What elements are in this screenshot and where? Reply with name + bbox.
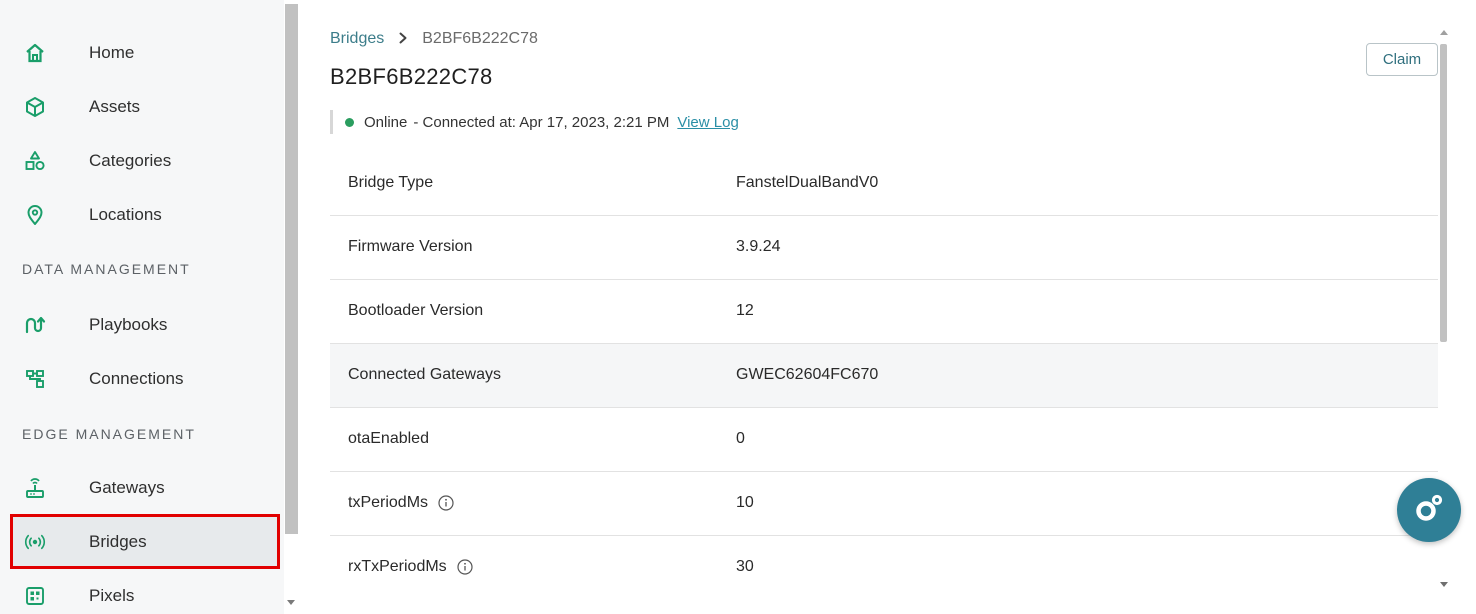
connections-icon [24,368,46,390]
sidebar-item-assets[interactable]: Assets [10,81,280,133]
sidebar-item-pixels[interactable]: Pixels [10,570,280,614]
status-connected-text: - Connected at: Apr 17, 2023, 2:21 PM [413,113,670,131]
detail-value: FanstelDualBandV0 [736,174,879,191]
sidebar-scroll-down-arrow[interactable] [287,600,295,605]
chat-support-button[interactable] [1397,478,1461,542]
detail-key-label: Firmware Version [348,238,473,255]
sidebar-item-label: Assets [89,97,141,116]
detail-key: Bridge Type [348,174,433,192]
location-pin-icon [24,204,46,226]
section-title-data-management: DATA MANAGEMENT [22,261,191,277]
detail-key-label: otaEnabled [348,430,429,447]
detail-key-label: txPeriodMs [348,494,429,511]
page-title: B2BF6B222C78 [330,64,493,89]
sidebar-scrollbar-thumb[interactable] [285,4,298,534]
sidebar-item-label: Categories [89,151,172,170]
table-row: otaEnabled 0 [330,408,1438,472]
breadcrumb-current: B2BF6B222C78 [422,30,538,47]
table-row: Connected Gateways GWEC62604FC670 [330,344,1438,408]
detail-key-label: Bridge Type [348,174,434,191]
chevron-right-icon [398,31,408,47]
view-log-link[interactable]: View Log [677,114,738,131]
detail-key: rxTxPeriodMs [348,558,473,576]
detail-value: 3.9.24 [736,238,781,255]
table-row: rxTxPeriodMs 30 [330,536,1438,600]
sidebar-item-label: Connections [89,369,184,388]
info-icon[interactable] [438,495,454,511]
sidebar-item-label: Home [89,43,135,62]
detail-value: 10 [736,494,754,511]
detail-key: Connected Gateways [348,366,501,384]
detail-value: 12 [736,302,754,319]
detail-value: 30 [736,558,754,575]
sidebar-item-categories[interactable]: Categories [10,135,280,187]
main-scroll-down-arrow[interactable] [1440,582,1448,587]
playbook-icon [24,314,46,336]
sidebar: Home Assets Categories Locations DATA MA… [0,0,284,614]
sidebar-item-label: Bridges [89,531,147,551]
bridge-details-table: Bridge Type FanstelDualBandV0 Firmware V… [330,152,1438,600]
online-status-dot [345,117,354,127]
breadcrumb: Bridges B2BF6B222C78 [330,30,538,48]
main-scroll-up-arrow[interactable] [1440,30,1448,35]
sidebar-item-locations[interactable]: Locations [10,189,280,241]
sidebar-item-label: Playbooks [89,315,168,334]
status-state: Online [364,113,408,131]
section-title-edge-management: EDGE MANAGEMENT [22,426,196,442]
sidebar-item-playbooks[interactable]: Playbooks [10,299,280,351]
sidebar-item-home[interactable]: Home [10,27,280,79]
sidebar-item-connections[interactable]: Connections [10,353,280,405]
connection-status: Online - Connected at: Apr 17, 2023, 2:2… [330,110,739,134]
sidebar-item-bridges[interactable]: Bridges [10,514,280,569]
detail-key: Bootloader Version [348,302,483,320]
sidebar-item-label: Locations [89,205,162,224]
table-row: Bridge Type FanstelDualBandV0 [330,152,1438,216]
detail-key-label: rxTxPeriodMs [348,558,447,575]
table-row: Firmware Version 3.9.24 [330,216,1438,280]
detail-value: GWEC62604FC670 [736,366,879,383]
claim-button[interactable]: Claim [1366,43,1438,76]
sidebar-item-label: Gateways [89,478,165,497]
sidebar-item-gateways[interactable]: Gateways [10,462,280,514]
bridge-broadcast-icon [24,531,46,553]
pixel-icon [24,585,46,607]
cube-icon [24,96,46,118]
main-scrollbar-thumb[interactable] [1440,44,1447,342]
detail-key: txPeriodMs [348,494,454,512]
detail-value: 0 [736,430,745,447]
breadcrumb-link-bridges[interactable]: Bridges [330,30,384,48]
detail-key-label: Bootloader Version [348,302,484,319]
sidebar-item-label: Pixels [89,586,135,605]
home-icon [24,42,46,64]
gateway-icon [24,477,46,499]
table-row: Bootloader Version 12 [330,280,1438,344]
chat-bubble-icon [1412,491,1446,530]
detail-key: otaEnabled [348,430,429,448]
info-icon[interactable] [457,559,473,575]
shapes-icon [24,150,46,172]
detail-key-label: Connected Gateways [348,366,501,383]
detail-key: Firmware Version [348,238,472,256]
table-row: txPeriodMs 10 [330,472,1438,536]
